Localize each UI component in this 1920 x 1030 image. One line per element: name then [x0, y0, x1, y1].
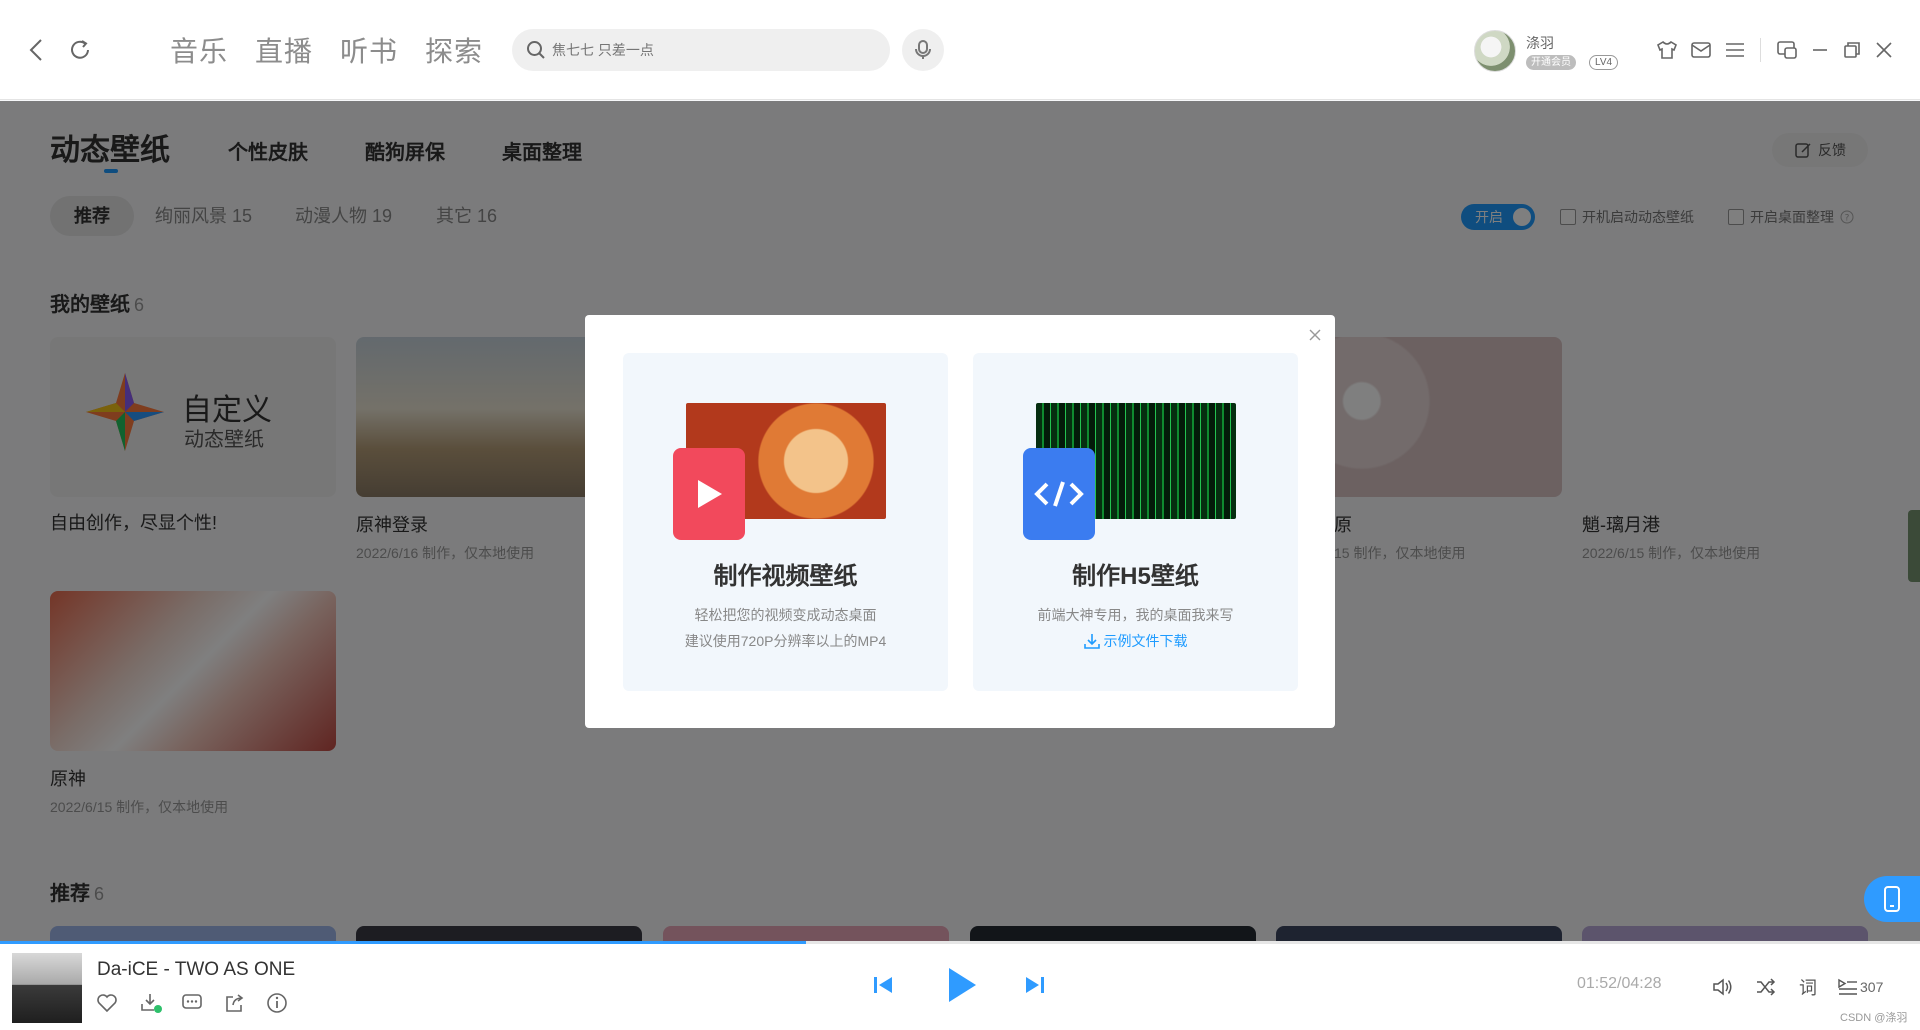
- make-h5-wallpaper-option[interactable]: 制作H5壁纸 前端大神专用，我的桌面我来写 示例文件下载: [973, 353, 1298, 691]
- nav-tab-live[interactable]: 直播: [255, 30, 313, 70]
- share-icon[interactable]: [223, 991, 247, 1015]
- playback-time: 01:52/04:28: [1577, 975, 1662, 992]
- side-scroll-handle[interactable]: [1908, 510, 1920, 582]
- previous-icon[interactable]: [870, 972, 896, 998]
- dialog-close-icon[interactable]: [1305, 325, 1325, 345]
- menu-icon[interactable]: [1721, 36, 1749, 64]
- h5-option-title: 制作H5壁纸: [1072, 563, 1199, 590]
- video-file-icon: [673, 448, 745, 540]
- voice-search-button[interactable]: [902, 29, 944, 71]
- lyrics-button[interactable]: 词: [1799, 974, 1817, 1000]
- skin-icon[interactable]: [1653, 36, 1681, 64]
- download-icon[interactable]: [139, 991, 163, 1015]
- next-icon[interactable]: [1022, 972, 1048, 998]
- restore-icon[interactable]: [1838, 36, 1866, 64]
- song-title[interactable]: Da-iCE - TWO AS ONE: [97, 959, 295, 981]
- video-option-hint: 建议使用720P分辨率以上的MP4: [684, 633, 887, 649]
- watermark: CSDN @涤羽: [1840, 1012, 1908, 1024]
- volume-icon[interactable]: [1712, 974, 1734, 1000]
- nav-tab-explore[interactable]: 探索: [425, 30, 483, 70]
- search-icon: [526, 40, 546, 60]
- nav-tab-music[interactable]: 音乐: [170, 30, 228, 70]
- top-bar: 音乐 直播 听书 探索 涤羽 开通会员 LV4: [0, 0, 1920, 100]
- playlist-icon: [1838, 978, 1858, 996]
- comment-icon[interactable]: [180, 991, 204, 1015]
- mobile-connect-button[interactable]: [1864, 876, 1920, 922]
- mail-icon[interactable]: [1687, 36, 1715, 64]
- phone-icon: [1883, 886, 1901, 912]
- divider: [1760, 38, 1761, 62]
- shuffle-icon[interactable]: [1755, 974, 1777, 1000]
- code-file-icon: [1023, 448, 1095, 540]
- album-cover[interactable]: [12, 953, 82, 1023]
- play-icon[interactable]: [942, 963, 982, 1007]
- progress-fill: [0, 941, 807, 944]
- playlist-count: 307: [1860, 979, 1884, 995]
- h5-option-desc: 前端大神专用，我的桌面我来写: [1037, 607, 1234, 623]
- microphone-icon: [913, 39, 933, 61]
- vip-badge[interactable]: 开通会员: [1526, 55, 1576, 70]
- refresh-icon[interactable]: [66, 36, 94, 64]
- info-icon[interactable]: [265, 991, 289, 1015]
- sample-download-link[interactable]: 示例文件下载: [973, 631, 1298, 651]
- search-box[interactable]: [512, 29, 890, 71]
- close-icon[interactable]: [1870, 36, 1898, 64]
- minimize-icon[interactable]: [1806, 36, 1834, 64]
- back-icon[interactable]: [22, 36, 50, 64]
- search-input[interactable]: [552, 42, 872, 58]
- avatar[interactable]: [1474, 30, 1516, 72]
- download-icon: [1083, 633, 1100, 649]
- heart-icon[interactable]: [95, 991, 119, 1015]
- create-wallpaper-dialog: 制作视频壁纸 轻松把您的视频变成动态桌面 建议使用720P分辨率以上的MP4 制…: [585, 315, 1335, 728]
- nav-tab-audiobook[interactable]: 听书: [340, 30, 398, 70]
- mini-mode-icon[interactable]: [1773, 36, 1801, 64]
- make-video-wallpaper-option[interactable]: 制作视频壁纸 轻松把您的视频变成动态桌面 建议使用720P分辨率以上的MP4: [623, 353, 948, 691]
- player-bar: Da-iCE - TWO AS ONE 01:52/04:28 词 307 CS…: [0, 941, 1920, 1030]
- level-badge: LV4: [1589, 55, 1619, 70]
- username[interactable]: 涤羽: [1526, 33, 1554, 53]
- download-link-label: 示例文件下载: [1103, 633, 1188, 649]
- video-option-title: 制作视频壁纸: [713, 563, 858, 590]
- video-option-desc: 轻松把您的视频变成动态桌面: [694, 607, 877, 623]
- playlist-button[interactable]: 307: [1838, 974, 1883, 1000]
- progress-bar[interactable]: [0, 941, 1920, 944]
